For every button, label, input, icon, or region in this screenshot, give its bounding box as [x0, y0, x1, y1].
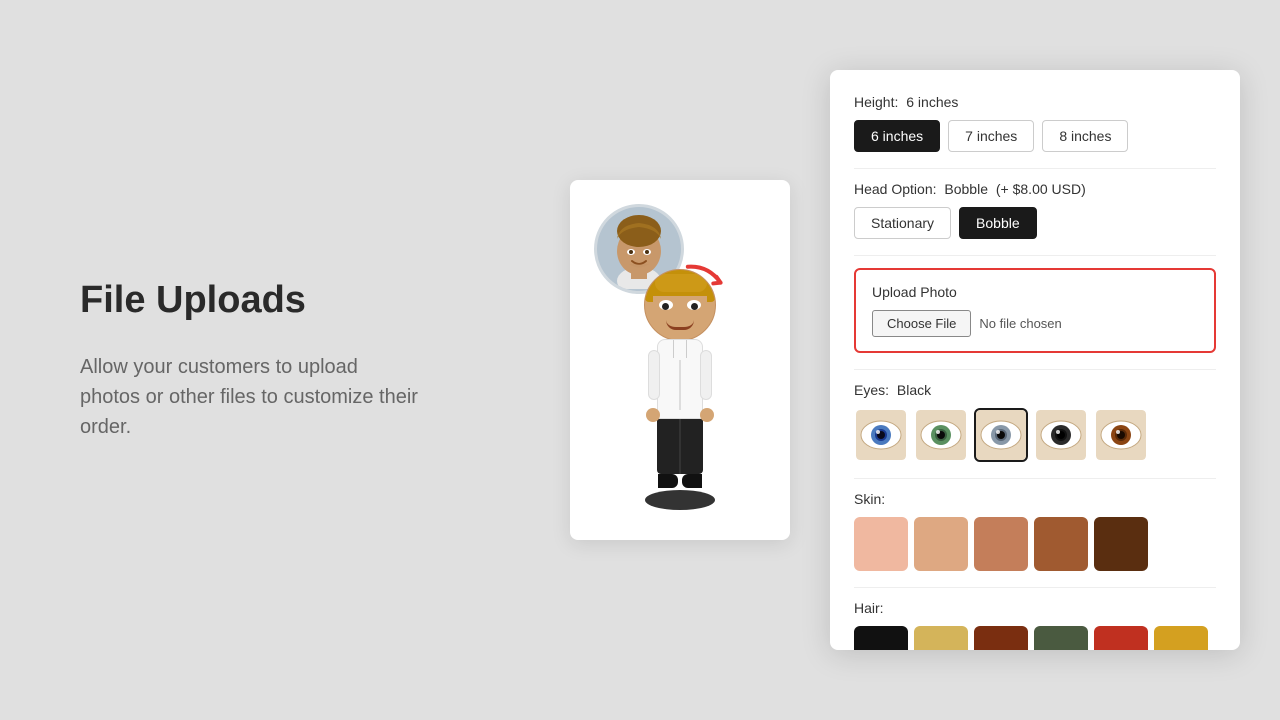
no-file-text: No file chosen: [979, 316, 1061, 331]
page-title: File Uploads: [80, 279, 480, 322]
eye-svg-blue: [856, 410, 906, 460]
skin-swatch-3[interactable]: [974, 517, 1028, 571]
hair-swatches: [854, 626, 1216, 650]
height-btn-8[interactable]: 8 inches: [1042, 120, 1128, 152]
skin-label: Skin:: [854, 491, 1216, 507]
eye-swatch-dark[interactable]: [1034, 408, 1088, 462]
eye-svg-gray: [976, 410, 1026, 460]
height-options: 6 inches 7 inches 8 inches: [854, 120, 1216, 152]
hair-label: Hair:: [854, 600, 1216, 616]
hair-swatch-6[interactable]: [1154, 626, 1208, 650]
divider-1: [854, 168, 1216, 169]
bobblehead-figure: [644, 269, 716, 510]
upload-label: Upload Photo: [872, 284, 1198, 300]
upload-section: Upload Photo Choose File No file chosen: [854, 268, 1216, 353]
hair-swatch-3[interactable]: [974, 626, 1028, 650]
file-input-row: Choose File No file chosen: [872, 310, 1198, 337]
choose-file-button[interactable]: Choose File: [872, 310, 971, 337]
eye-swatch-blue[interactable]: [854, 408, 908, 462]
product-card: [570, 180, 790, 540]
right-panel: Height: 6 inches 6 inches 7 inches 8 inc…: [830, 70, 1240, 650]
divider-2: [854, 255, 1216, 256]
skin-section: Skin:: [854, 491, 1216, 571]
eye-svg-dark: [1036, 410, 1086, 460]
skin-swatch-4[interactable]: [1034, 517, 1088, 571]
height-btn-7[interactable]: 7 inches: [948, 120, 1034, 152]
head-option-section: Head Option: Bobble (+ $8.00 USD) Statio…: [854, 181, 1216, 239]
eyes-section: Eyes: Black: [854, 382, 1216, 462]
divider-3: [854, 369, 1216, 370]
eye-swatches: [854, 408, 1216, 462]
height-section: Height: 6 inches 6 inches 7 inches 8 inc…: [854, 94, 1216, 152]
left-section: File Uploads Allow your customers to upl…: [0, 219, 540, 502]
eyes-label: Eyes: Black: [854, 382, 1216, 398]
eye-svg-brown: [1096, 410, 1146, 460]
divider-4: [854, 478, 1216, 479]
height-btn-6[interactable]: 6 inches: [854, 120, 940, 152]
eye-swatch-gray[interactable]: [974, 408, 1028, 462]
bobblehead-base: [645, 490, 715, 510]
head-options: Stationary Bobble: [854, 207, 1216, 239]
height-label: Height: 6 inches: [854, 94, 1216, 110]
eye-swatch-green[interactable]: [914, 408, 968, 462]
divider-5: [854, 587, 1216, 588]
head-btn-bobble[interactable]: Bobble: [959, 207, 1037, 239]
hair-swatch-1[interactable]: [854, 626, 908, 650]
hair-swatch-4[interactable]: [1034, 626, 1088, 650]
head-btn-stationary[interactable]: Stationary: [854, 207, 951, 239]
eye-swatch-brown[interactable]: [1094, 408, 1148, 462]
skin-swatch-1[interactable]: [854, 517, 908, 571]
product-illustration: [540, 180, 820, 540]
hair-section: Hair:: [854, 600, 1216, 650]
page-description: Allow your customers to upload photos or…: [80, 352, 420, 442]
skin-swatch-5[interactable]: [1094, 517, 1148, 571]
skin-swatch-2[interactable]: [914, 517, 968, 571]
hair-swatch-2[interactable]: [914, 626, 968, 650]
upload-box: Upload Photo Choose File No file chosen: [854, 268, 1216, 353]
skin-swatches: [854, 517, 1216, 571]
hair-swatch-5[interactable]: [1094, 626, 1148, 650]
eye-svg-green: [916, 410, 966, 460]
head-option-label: Head Option: Bobble (+ $8.00 USD): [854, 181, 1216, 197]
